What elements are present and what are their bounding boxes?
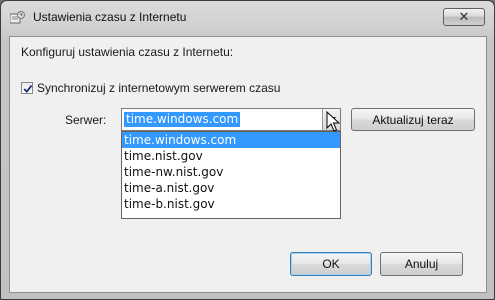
sync-checkbox-row[interactable]: Synchronizuj z internetowym serwerem cza… [21,81,280,95]
server-dropdown-list: time.windows.com time.nist.gov time-nw.n… [121,131,341,219]
dropdown-option[interactable]: time-b.nist.gov [122,196,340,212]
dialog-window: Ustawienia czasu z Internetu ✕ Konfiguru… [0,0,495,300]
sync-checkbox-label: Synchronizuj z internetowym serwerem cza… [37,81,281,95]
dropdown-option[interactable]: time.nist.gov [122,148,340,164]
server-combobox-value[interactable]: time.windows.com [124,112,241,127]
close-icon: ✕ [458,9,470,25]
dropdown-option[interactable]: time-nw.nist.gov [122,164,340,180]
ok-button[interactable]: OK [290,252,372,276]
close-button[interactable]: ✕ [443,8,485,26]
cancel-button[interactable]: Anuluj [380,252,463,276]
clock-globe-icon [9,11,26,25]
intro-text: Konfiguruj ustawienia czasu z Internetu: [21,45,234,59]
checkmark-icon [23,85,33,93]
sync-checkbox[interactable] [21,82,33,94]
dropdown-option[interactable]: time-a.nist.gov [122,180,340,196]
update-now-button[interactable]: Aktualizuj teraz [351,108,475,131]
mouse-pointer-icon [326,110,341,133]
title-bar[interactable]: Ustawienia czasu z Internetu ✕ [1,1,494,35]
window-title: Ustawienia czasu z Internetu [33,10,187,24]
server-label: Serwer: [65,113,107,127]
server-combobox[interactable]: time.windows.com [121,108,341,131]
dropdown-option[interactable]: time.windows.com [122,132,340,148]
